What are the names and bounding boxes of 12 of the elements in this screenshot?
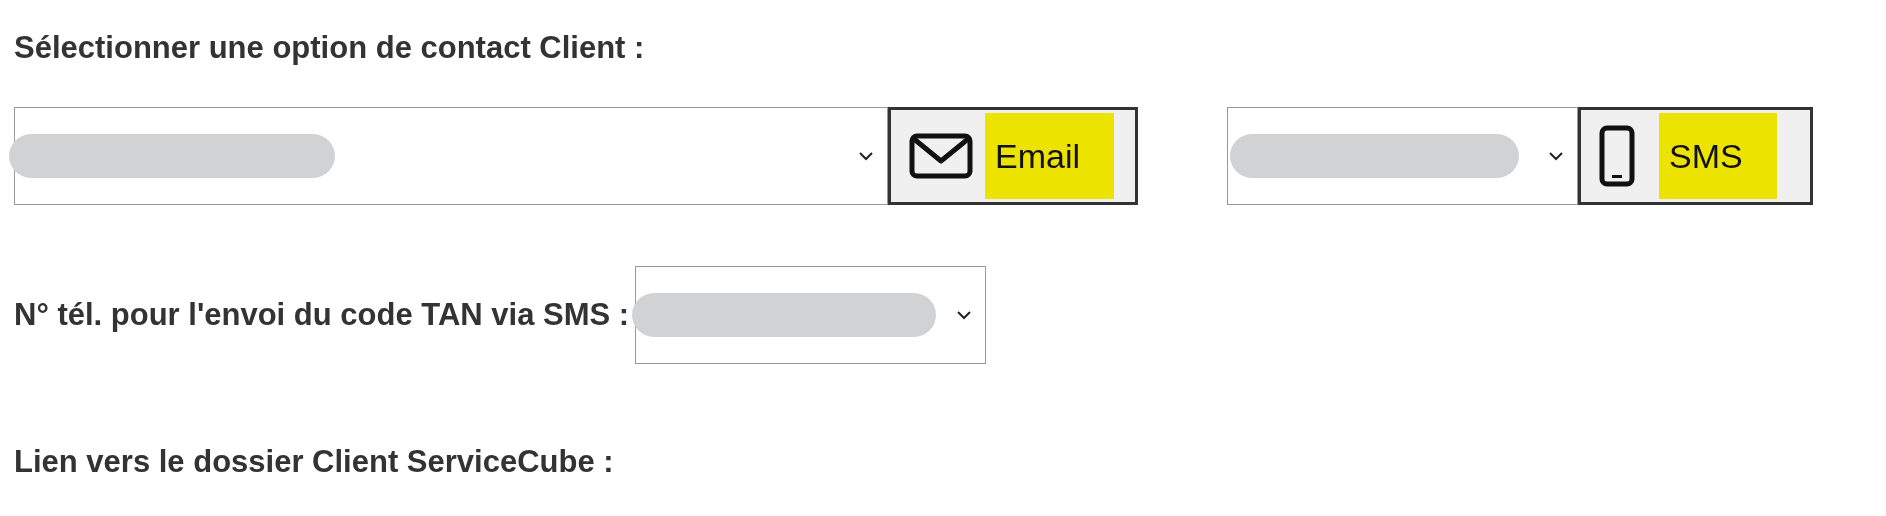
smartphone-icon [1599, 125, 1635, 187]
sms-button[interactable]: SMS [1578, 107, 1813, 205]
field-label: Lien vers le dossier Client ServiceCube : [14, 443, 615, 481]
dropdown-field[interactable] [1227, 107, 1578, 205]
field-label: N° tél. pour l'envoi du code TAN via SMS : [14, 296, 630, 334]
chevron-icon [1549, 151, 1563, 161]
section-heading: Sélectionner une option de contact Client : [14, 29, 646, 67]
email-button[interactable]: Email [888, 107, 1138, 205]
chevron-icon [859, 151, 873, 161]
envelope-icon [909, 133, 973, 179]
dropdown-field[interactable] [635, 266, 987, 364]
chevron-icon [957, 310, 972, 320]
